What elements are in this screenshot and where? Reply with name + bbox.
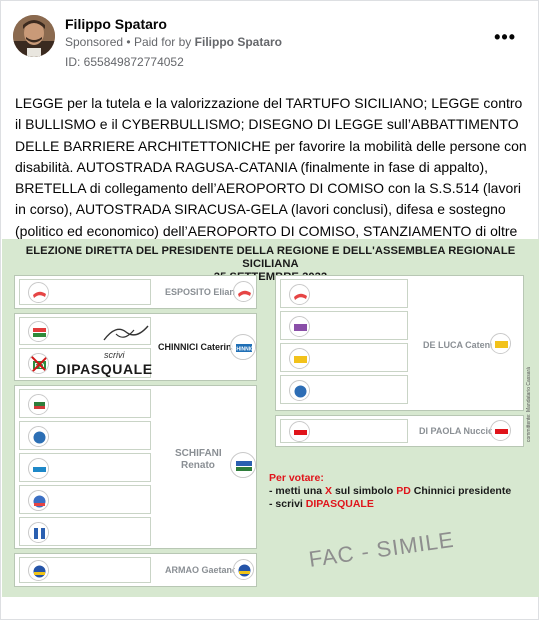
candidate-symbol-icon <box>233 559 254 580</box>
author-avatar[interactable] <box>13 15 55 57</box>
list-cell <box>280 311 408 340</box>
list-cell <box>280 375 408 404</box>
instruction-line-2: - scrivi DIPASQUALE <box>269 498 511 511</box>
party-symbol-icon <box>289 284 310 305</box>
signature-doodle-icon <box>103 325 149 341</box>
voting-instructions: Per votare: - metti una X sul simbolo PD… <box>269 472 511 511</box>
party-symbol-icon <box>28 394 49 415</box>
list-cell <box>19 317 151 345</box>
candidate-box-armao: ARMAO Gaetano <box>14 553 257 587</box>
post-header: Filippo Spataro Sponsored • Paid for by … <box>13 13 528 73</box>
party-symbol-icon <box>28 560 49 581</box>
fac-simile-watermark: FAC - SIMILE <box>307 526 456 572</box>
party-symbol-icon <box>289 421 310 442</box>
sponsored-line: Sponsored • Paid for by Filippo Spataro <box>65 35 282 49</box>
list-cell <box>19 517 151 546</box>
candidate-surname-schifani: SCHIFANI <box>175 448 222 459</box>
candidate-firstname-schifani: Renato <box>181 460 215 471</box>
party-symbol-icon <box>28 490 49 511</box>
candidate-name-armao: ARMAO Gaetano <box>165 565 238 575</box>
candidate-name-esposito: ESPOSITO Eliana <box>165 287 240 297</box>
instructions-heading: Per votare: <box>269 472 324 484</box>
post-body-text: LEGGE per la tutela e la valorizzazione … <box>15 95 527 260</box>
more-options-icon[interactable]: ••• <box>494 27 516 48</box>
party-symbol-icon <box>28 321 49 342</box>
svg-text:CHINNICI: CHINNICI <box>233 347 256 353</box>
instruction-pd: PD <box>396 485 411 497</box>
candidate-symbol-icon <box>490 333 511 354</box>
candidate-name-chinnici: CHINNICI Caterina <box>158 342 237 352</box>
instruction-x: X <box>325 485 333 497</box>
party-symbol-icon <box>28 522 49 543</box>
author-name[interactable]: Filippo Spataro <box>65 16 167 32</box>
instruction-line-1: - metti una X sul simbolo PD Chinnici pr… <box>269 485 511 498</box>
ballot-title-line1: ELEZIONE DIRETTA DEL PRESIDENTE DELLA RE… <box>25 245 516 270</box>
candidate-symbol-icon <box>233 281 254 302</box>
candidate-symbol-icon <box>230 452 256 478</box>
ad-id: ID: 655849872774052 <box>65 55 184 69</box>
list-cell <box>19 453 151 482</box>
party-symbol-icon <box>28 282 49 303</box>
party-symbol-icon <box>289 348 310 369</box>
written-preference: DIPASQUALE <box>56 361 153 377</box>
list-cell <box>19 421 151 450</box>
candidate-name-de-luca: DE LUCA Cateno <box>423 340 496 350</box>
candidate-box-schifani: SCHIFANI Renato <box>14 385 257 549</box>
party-symbol-icon <box>28 426 49 447</box>
candidate-box-di-paola: DI PAOLA Nuccio <box>275 415 524 447</box>
list-cell <box>280 343 408 372</box>
sponsored-label: Sponsored <box>65 35 124 49</box>
party-symbol-icon <box>289 316 310 337</box>
party-symbol-icon <box>28 458 49 479</box>
candidate-box-chinnici: PD scrivi DIPASQUALE CHINNICI Caterina C… <box>14 313 257 381</box>
list-cell-pd: PD scrivi DIPASQUALE <box>19 348 153 378</box>
scrivi-label: scrivi <box>104 350 125 360</box>
committente-note: committente: Mandatario Cassarà <box>526 367 532 443</box>
list-cell <box>19 485 151 514</box>
instruction-text: - scrivi <box>269 498 306 510</box>
list-cell <box>280 419 408 443</box>
candidate-symbol-icon <box>490 420 511 441</box>
candidate-box-de-luca: DE LUCA Cateno <box>275 275 524 411</box>
list-cell <box>19 389 151 418</box>
ballot-image[interactable]: ELEZIONE DIRETTA DEL PRESIDENTE DELLA RE… <box>2 239 539 597</box>
party-symbol-icon <box>289 380 310 401</box>
paid-for-prefix: Paid for by <box>133 35 192 49</box>
list-cell <box>19 279 151 305</box>
instruction-text: sul simbolo <box>332 485 397 497</box>
instruction-text: Chinnici presidente <box>410 485 512 497</box>
paid-for-name: Filippo Spataro <box>194 35 282 49</box>
list-cell <box>280 279 408 308</box>
list-cell <box>19 557 151 583</box>
instruction-name: DIPASQUALE <box>305 498 374 510</box>
candidate-symbol-icon: CHINNICI <box>230 334 256 360</box>
instruction-text: - metti una <box>269 485 326 497</box>
pd-symbol-icon: PD <box>28 353 49 374</box>
candidate-box-esposito: ESPOSITO Eliana <box>14 275 257 309</box>
separator-dot: • <box>126 35 131 49</box>
candidate-name-di-paola: DI PAOLA Nuccio <box>419 426 494 436</box>
sponsored-post-card: Filippo Spataro Sponsored • Paid for by … <box>0 0 539 620</box>
